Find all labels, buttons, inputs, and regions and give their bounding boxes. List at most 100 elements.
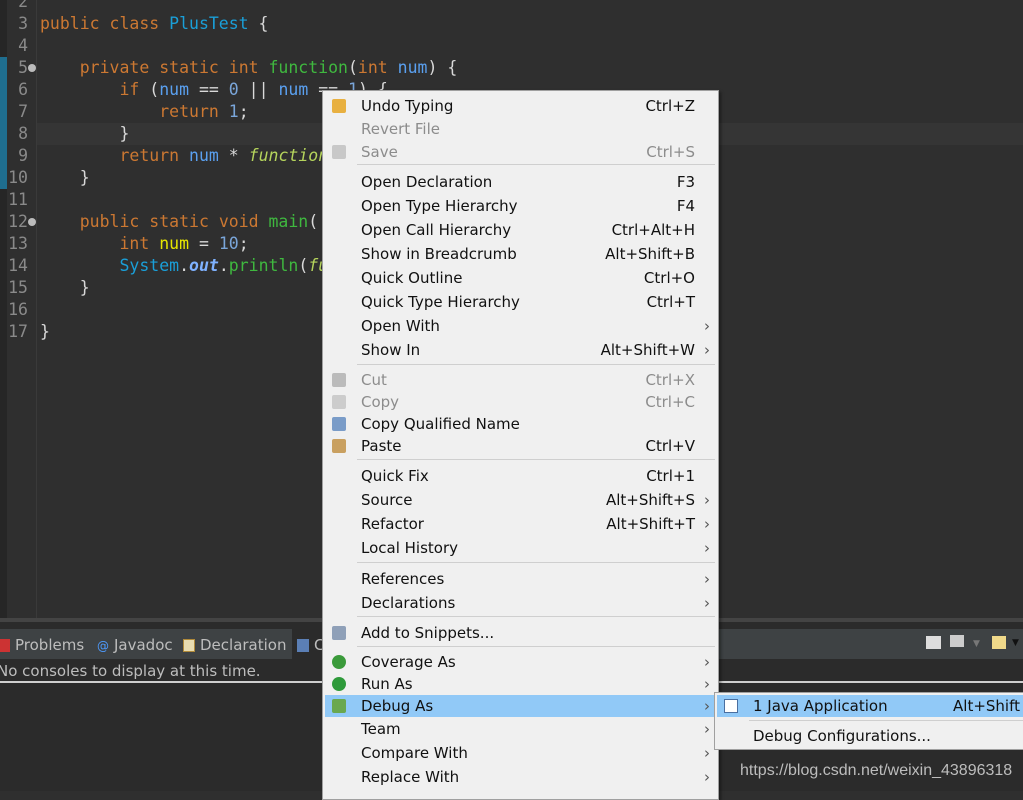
tab-problems[interactable]: Problems: [0, 629, 84, 659]
menu-separator: [357, 646, 715, 647]
line-number: 3: [18, 14, 28, 33]
menu-item-label: Copy: [361, 393, 400, 411]
menu-item-shortcut: Alt+Shift: [953, 697, 1020, 715]
menu-separator: [749, 720, 1023, 721]
menu-item-label: Local History: [361, 539, 459, 557]
display-console-icon[interactable]: [950, 635, 964, 647]
menu-item-label: Compare With: [361, 744, 468, 762]
menu-item-shortcut: Ctrl+O: [643, 269, 695, 287]
menu-item-label: Open Declaration: [361, 173, 493, 191]
menu-item-open-with[interactable]: Open With ›: [325, 315, 716, 337]
chevron-right-icon: ›: [704, 768, 710, 786]
menu-item-label: Replace With: [361, 768, 460, 786]
menu-separator: [357, 562, 715, 563]
menu-item-quick-type-hierarchy[interactable]: Quick Type Hierarchy Ctrl+T: [325, 291, 716, 313]
chevron-right-icon: ›: [704, 653, 710, 671]
code-line: }: [40, 278, 90, 297]
line-number: 11: [8, 190, 28, 209]
menu-item-label: Quick Fix: [361, 467, 429, 485]
line-number: 2: [18, 0, 28, 11]
tab-javadoc[interactable]: @ Javadoc: [97, 629, 173, 659]
menu-item-team[interactable]: Team ›: [325, 718, 716, 740]
menu-item-open-call-hierarchy[interactable]: Open Call Hierarchy Ctrl+Alt+H: [325, 219, 716, 241]
line-number: 16: [8, 300, 28, 319]
fold-toggle-icon[interactable]: [28, 64, 36, 72]
chevron-right-icon: ›: [704, 539, 710, 557]
undo-icon: [332, 99, 346, 113]
menu-item-shortcut: Alt+Shift+W: [600, 341, 695, 359]
watermark: https://blog.csdn.net/weixin_43896318: [740, 762, 1013, 779]
menu-separator: [357, 616, 715, 617]
debug-as-submenu: 1 Java Application Alt+Shift Debug Confi…: [714, 692, 1023, 750]
menu-item-label: Quick Type Hierarchy: [361, 293, 520, 311]
code-line: }: [40, 322, 50, 341]
new-console-icon[interactable]: [992, 636, 1006, 649]
chevron-right-icon: ›: [704, 744, 710, 762]
chevron-right-icon: ›: [704, 675, 710, 693]
run-icon: [332, 677, 346, 691]
menu-item-label: Debug As: [361, 697, 434, 715]
chevron-right-icon: ›: [704, 594, 710, 612]
menu-item-declarations[interactable]: Declarations ›: [325, 592, 716, 614]
menu-item-copy-qualified-name[interactable]: Copy Qualified Name: [325, 413, 716, 435]
menu-item-refactor[interactable]: Refactor Alt+Shift+T ›: [325, 513, 716, 535]
menu-item-java-application[interactable]: 1 Java Application Alt+Shift: [717, 695, 1023, 717]
menu-item-quick-fix[interactable]: Quick Fix Ctrl+1: [325, 465, 716, 487]
menu-item-label: Refactor: [361, 515, 424, 533]
menu-item-label: Undo Typing: [361, 97, 454, 115]
menu-item-shortcut: Ctrl+1: [646, 467, 695, 485]
line-number: 13: [8, 234, 28, 253]
line-number: 17: [8, 322, 28, 341]
chevron-right-icon: ›: [704, 491, 710, 509]
menu-item-debug-configurations[interactable]: Debug Configurations...: [717, 725, 1023, 747]
problems-icon: [0, 639, 10, 652]
debug-icon: [332, 699, 346, 713]
pin-console-icon[interactable]: [926, 636, 941, 649]
menu-item-run-as[interactable]: Run As ›: [325, 673, 716, 695]
menu-item-paste[interactable]: Paste Ctrl+V: [325, 435, 716, 457]
menu-item-shortcut: Alt+Shift+S: [605, 491, 695, 509]
tab-label: Javadoc: [114, 636, 173, 654]
menu-item-save[interactable]: Save Ctrl+S: [325, 141, 716, 163]
tab-declaration[interactable]: Declaration: [183, 629, 286, 659]
coverage-icon: [332, 655, 346, 669]
line-number: 9: [18, 146, 28, 165]
menu-item-label: Cut: [361, 371, 387, 389]
menu-item-compare-with[interactable]: Compare With ›: [325, 742, 716, 764]
menu-item-debug-as[interactable]: Debug As ›: [325, 695, 716, 717]
menu-item-source[interactable]: Source Alt+Shift+S ›: [325, 489, 716, 511]
code-line: }: [40, 168, 90, 187]
code-line: private static int function(int num) {: [79, 58, 458, 77]
menu-item-references[interactable]: References ›: [325, 568, 716, 590]
menu-item-add-to-snippets[interactable]: Add to Snippets...: [325, 622, 716, 644]
menu-item-copy[interactable]: Copy Ctrl+C: [325, 391, 716, 413]
menu-item-shortcut: Alt+Shift+B: [605, 245, 695, 263]
menu-item-label: 1 Java Application: [753, 697, 888, 715]
menu-item-show-in-breadcrumb[interactable]: Show in Breadcrumb Alt+Shift+B: [325, 243, 716, 265]
menu-item-revert-file[interactable]: Revert File: [325, 118, 716, 140]
line-number: 6: [18, 80, 28, 99]
menu-item-label: Declarations: [361, 594, 456, 612]
dropdown-icon[interactable]: ▼: [973, 639, 980, 649]
menu-item-shortcut: Ctrl+Z: [645, 97, 695, 115]
menu-item-coverage-as[interactable]: Coverage As ›: [325, 651, 716, 673]
new-console-dropdown-icon[interactable]: ▼: [1012, 638, 1019, 648]
menu-item-replace-with[interactable]: Replace With ›: [325, 766, 716, 788]
cut-icon: [332, 373, 346, 387]
menu-item-cut[interactable]: Cut Ctrl+X: [325, 369, 716, 391]
menu-item-open-type-hierarchy[interactable]: Open Type Hierarchy F4: [325, 195, 716, 217]
chevron-right-icon: ›: [704, 341, 710, 359]
menu-item-local-history[interactable]: Local History ›: [325, 537, 716, 559]
menu-item-label: Open Call Hierarchy: [361, 221, 512, 239]
menu-item-quick-outline[interactable]: Quick Outline Ctrl+O: [325, 267, 716, 289]
menu-item-show-in[interactable]: Show In Alt+Shift+W ›: [325, 339, 716, 361]
code-line: return 1;: [159, 102, 249, 121]
copy-icon: [332, 395, 346, 409]
menu-item-shortcut: Ctrl+T: [646, 293, 695, 311]
menu-item-label: Add to Snippets...: [361, 624, 495, 642]
menu-item-undo-typing[interactable]: Undo Typing Ctrl+Z: [325, 95, 716, 117]
line-number: 4: [18, 36, 28, 55]
menu-item-open-declaration[interactable]: Open Declaration F3: [325, 171, 716, 193]
menu-separator: [357, 364, 715, 365]
fold-toggle-icon[interactable]: [28, 218, 36, 226]
